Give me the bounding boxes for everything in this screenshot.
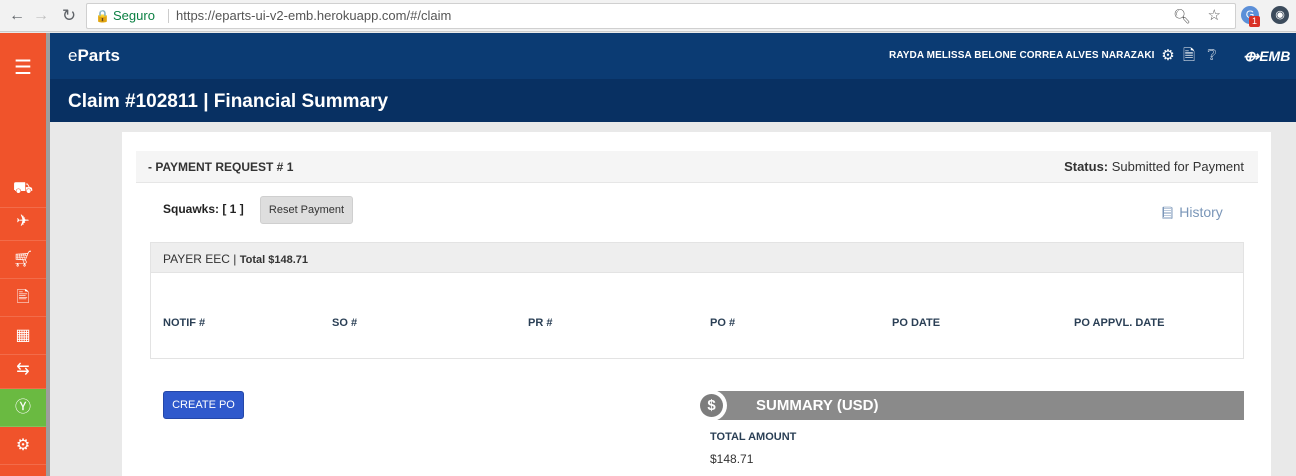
gears-icon[interactable]: ⚙ (0, 427, 46, 465)
create-po-button[interactable]: CREATE PO (163, 391, 244, 419)
total-amount-label: TOTAL AMOUNT (710, 431, 797, 443)
column-header-pr: PR # (528, 317, 553, 329)
zoom-icon[interactable]: 🔍︎ (1173, 4, 1191, 28)
payer-total: Total $148.71 (239, 254, 308, 266)
address-separator (168, 9, 169, 23)
user-name[interactable]: RAYDA MELISSA BELONE CORREA ALVES NARAZA… (889, 50, 1155, 61)
help-icon[interactable]: ❔︎ (1203, 46, 1221, 66)
summary-header: SUMMARY (USD) (712, 391, 1244, 420)
column-header-po-approval-date: PO APPVL. DATE (1074, 317, 1165, 329)
total-amount-value: $148.71 (710, 452, 754, 466)
address-bar[interactable]: 🔒 Seguro https://eparts-ui-v2-emb.heroku… (86, 3, 1236, 29)
sidebar: ☰ ⛟ ✈ 🛒︎ 🖹 ▦ ⇆ Ⓨ ⚙ (0, 33, 46, 476)
exchange-icon[interactable]: ⇆ (0, 351, 46, 389)
column-header-notif: NOTIF # (163, 317, 206, 329)
column-header-so: SO # (332, 317, 358, 329)
status-text: Status: Submitted for Payment (1064, 159, 1244, 174)
history-link[interactable]: 📘︎ History (1160, 204, 1223, 220)
status-value: Submitted for Payment (1111, 159, 1244, 174)
bookmark-star-icon[interactable]: ☆ (1208, 4, 1221, 28)
package-icon[interactable]: ▦ (0, 317, 46, 355)
gear-icon[interactable]: ⚙ (1159, 46, 1177, 66)
shield-extension-icon[interactable]: ◉ (1271, 6, 1289, 24)
page-title-bar: Claim #102811 | Financial Summary (50, 79, 1296, 122)
forward-button[interactable]: → (30, 5, 52, 27)
payer-header: PAYER EEC | Total $148.71 (151, 243, 1243, 273)
brand-logo[interactable]: eParts (68, 46, 120, 66)
browser-toolbar: ← → ↻ 🔒 Seguro https://eparts-ui-v2-emb.… (0, 0, 1296, 32)
payment-request-title[interactable]: - PAYMENT REQUEST # 1 (148, 160, 293, 174)
plane-icon[interactable]: ✈ (0, 203, 46, 241)
url-text[interactable]: https://eparts-ui-v2-emb.herokuapp.com/#… (176, 4, 451, 28)
document-icon[interactable]: 🖹 (0, 279, 46, 317)
squawks-count: Squawks: [ 1 ] (163, 202, 244, 216)
embraer-logo: ⟴EMB (1243, 48, 1291, 64)
reset-payment-button[interactable]: Reset Payment (260, 196, 353, 224)
dollar-icon[interactable]: Ⓨ (0, 389, 46, 427)
book-icon: 📘︎ (1160, 206, 1176, 220)
menu-icon[interactable]: ☰ (0, 49, 46, 87)
page-title: Claim #102811 | Financial Summary (68, 91, 389, 112)
payer-label: PAYER EEC | Total $148.71 (163, 252, 308, 266)
dollar-circle-icon: $ (700, 394, 723, 417)
payment-request-header[interactable]: - PAYMENT REQUEST # 1 Status: Submitted … (136, 151, 1258, 183)
summary-title: SUMMARY (USD) (756, 397, 879, 414)
back-button[interactable]: ← (6, 5, 28, 27)
secure-label: Seguro (113, 8, 155, 23)
cart-icon[interactable]: 🛒︎ (0, 241, 46, 279)
extension-badge: 1 (1249, 16, 1261, 27)
payer-section: PAYER EEC | Total $148.71 NOTIF # SO # P… (150, 242, 1244, 359)
lock-icon: 🔒 (95, 9, 110, 23)
file-icon[interactable]: 🗎 (1180, 46, 1198, 66)
column-header-po-date: PO DATE (892, 317, 941, 329)
column-header-po: PO # (710, 317, 736, 329)
reload-button[interactable]: ↻ (58, 5, 80, 27)
app-header: eParts RAYDA MELISSA BELONE CORREA ALVES… (50, 33, 1296, 79)
